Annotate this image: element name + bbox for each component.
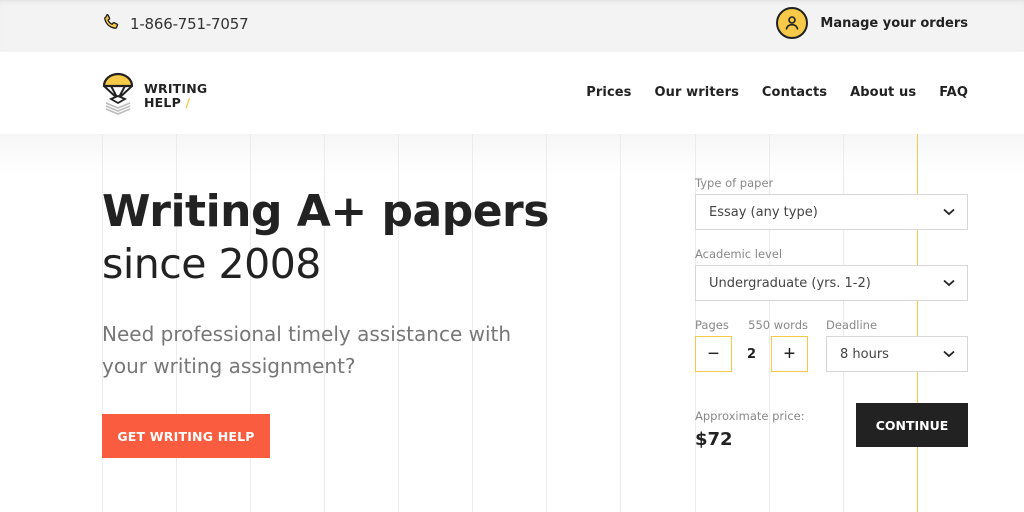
type-of-paper-select[interactable]: Essay (any type) — [695, 194, 968, 230]
increment-pages-button[interactable]: + — [771, 336, 808, 372]
phone-icon — [102, 13, 120, 35]
decrement-pages-button[interactable]: − — [695, 336, 732, 372]
manage-orders-link[interactable]: Manage your orders — [776, 7, 968, 39]
chevron-down-icon — [943, 279, 955, 287]
main-nav-bar: WRITING HELP / Prices Our writers Contac… — [0, 52, 1024, 134]
hero-headline: Writing A+ papers — [102, 186, 549, 237]
type-of-paper-label: Type of paper — [695, 176, 774, 190]
nav-our-writers[interactable]: Our writers — [655, 85, 739, 100]
deadline-value: 8 hours — [840, 346, 889, 362]
price-row: Approximate price: $72 CONTINUE — [695, 403, 968, 450]
phone-number[interactable]: 1-866-751-7057 — [130, 15, 249, 33]
approximate-price: Approximate price: $72 — [695, 409, 805, 450]
minus-icon: − — [707, 342, 720, 365]
academic-level-value: Undergraduate (yrs. 1-2) — [709, 275, 871, 291]
hero-subhead: since 2008 — [102, 240, 321, 288]
price-label: Approximate price: — [695, 409, 805, 423]
hero-lede: Need professional timely assistance with… — [102, 322, 512, 378]
pages-field: Pages 550 words − 2 + — [695, 318, 808, 372]
hero-section: Writing A+ papers since 2008 Need profes… — [0, 134, 1024, 512]
phone-contact[interactable]: 1-866-751-7057 — [102, 13, 249, 35]
main-nav: Prices Our writers Contacts About us FAQ — [586, 85, 968, 100]
pages-label: Pages — [695, 318, 729, 332]
nav-prices[interactable]: Prices — [586, 85, 631, 100]
word-count: 550 words — [748, 318, 808, 332]
top-bar: 1-866-751-7057 Manage your orders — [0, 0, 1024, 52]
plus-icon: + — [783, 342, 796, 365]
brand-name: WRITING HELP / — [144, 81, 208, 110]
chevron-down-icon — [943, 208, 955, 216]
nav-faq[interactable]: FAQ — [939, 85, 968, 100]
pages-value[interactable]: 2 — [732, 336, 771, 372]
order-form: Type of paper Essay (any type) Academic … — [695, 176, 968, 450]
parachute-icon — [102, 72, 134, 120]
nav-contacts[interactable]: Contacts — [762, 85, 827, 100]
academic-level-select[interactable]: Undergraduate (yrs. 1-2) — [695, 265, 968, 301]
nav-about-us[interactable]: About us — [850, 85, 916, 100]
pages-deadline-row: Pages 550 words − 2 + Deadline 8 hours — [695, 318, 968, 372]
type-of-paper-value: Essay (any type) — [709, 204, 818, 220]
continue-button[interactable]: CONTINUE — [856, 403, 968, 447]
logo[interactable]: WRITING HELP / — [102, 72, 207, 120]
pages-stepper: − 2 + — [695, 336, 808, 372]
price-value: $72 — [695, 429, 733, 450]
chevron-down-icon — [943, 350, 955, 358]
deadline-field: Deadline 8 hours — [826, 318, 968, 372]
manage-orders-label[interactable]: Manage your orders — [820, 16, 968, 31]
deadline-label: Deadline — [826, 318, 878, 332]
deadline-select[interactable]: 8 hours — [826, 336, 968, 372]
get-writing-help-button[interactable]: GET WRITING HELP — [102, 414, 270, 458]
user-icon — [776, 7, 809, 39]
grid-line — [620, 134, 621, 512]
academic-level-label: Academic level — [695, 247, 783, 261]
